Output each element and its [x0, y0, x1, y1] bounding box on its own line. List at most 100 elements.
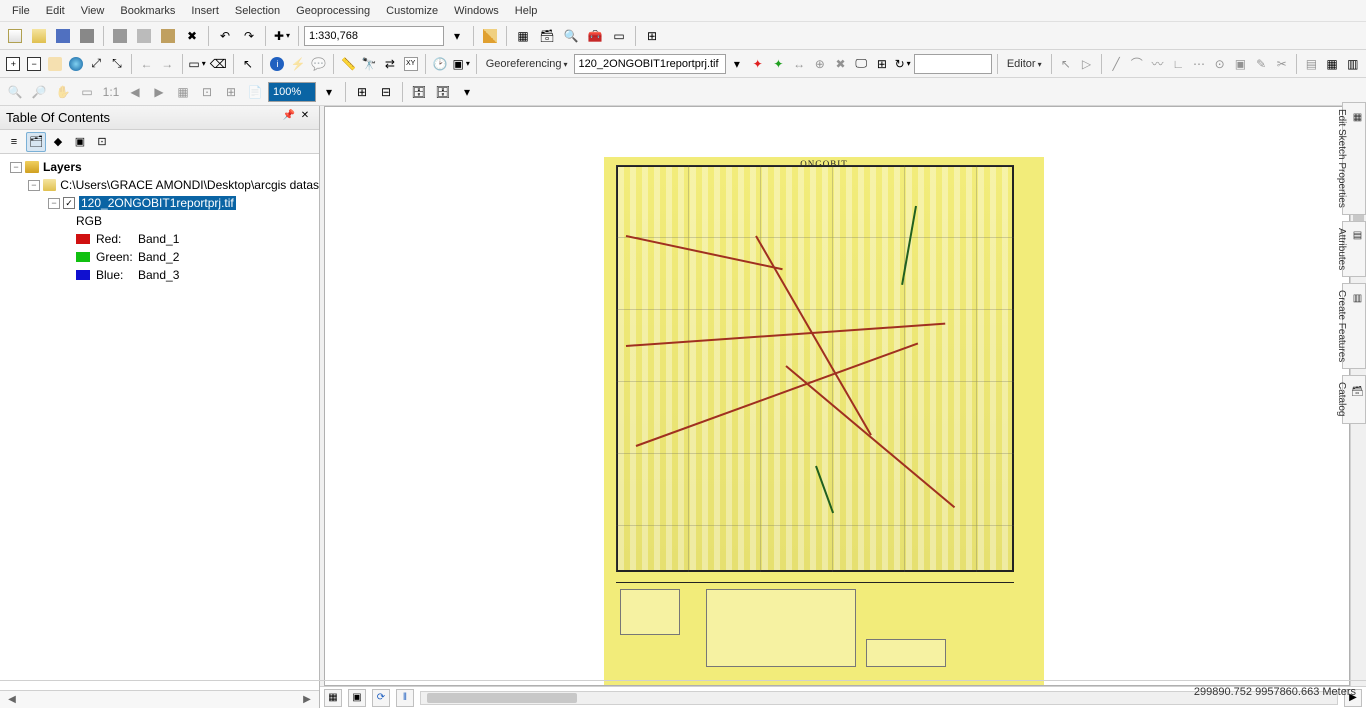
- zoom-100-button[interactable]: 1:1: [100, 81, 122, 103]
- save-button[interactable]: [52, 25, 74, 47]
- toc-button[interactable]: ▦: [512, 25, 534, 47]
- midpoint-button[interactable]: ⋯: [1190, 53, 1209, 75]
- next-extent-button[interactable]: →: [158, 53, 177, 75]
- georeferencing-menu[interactable]: Georeferencing▾: [482, 58, 572, 70]
- create-viewer-button[interactable]: ▣▾: [452, 53, 471, 75]
- prev-extent-button[interactable]: ←: [137, 53, 156, 75]
- map-view[interactable]: ONGOBIT: [324, 106, 1350, 686]
- tree-layer-item[interactable]: − ✓ 120_2ONGOBIT1reportprj.tif: [0, 194, 319, 212]
- swipe-button[interactable]: ⊟: [375, 81, 397, 103]
- full-extent-button[interactable]: [66, 53, 85, 75]
- data-driven-pages-button[interactable]: 📄: [244, 81, 266, 103]
- python-button[interactable]: ▭: [608, 25, 630, 47]
- arctoolbox-button[interactable]: 🧰: [584, 25, 606, 47]
- menu-selection[interactable]: Selection: [227, 3, 288, 19]
- change-layout-button[interactable]: ⊞: [220, 81, 242, 103]
- find-route-button[interactable]: ⇄: [381, 53, 400, 75]
- identify-button[interactable]: i: [268, 53, 287, 75]
- fixed-zoom-out-button[interactable]: ⤡: [108, 53, 127, 75]
- tree-source-folder[interactable]: − C:\Users\GRACE AMONDI\Desktop\arcgis d…: [0, 176, 319, 194]
- zoom-percent-dropdown[interactable]: ▾: [318, 81, 340, 103]
- open-button[interactable]: [28, 25, 50, 47]
- delete-link-button[interactable]: ✖: [831, 53, 850, 75]
- tree-root-layers[interactable]: − Layers: [0, 158, 319, 176]
- right-angle-button[interactable]: ∟: [1169, 53, 1188, 75]
- pin-button[interactable]: 📌: [281, 110, 297, 126]
- end-point-arc-button[interactable]: ⌒: [1127, 53, 1146, 75]
- edit-tool-button[interactable]: ↖: [1056, 53, 1075, 75]
- attributes-button[interactable]: ▤: [1302, 53, 1321, 75]
- select-link-button[interactable]: ↔: [790, 53, 809, 75]
- paste-button[interactable]: [157, 25, 179, 47]
- toggle-draft-button[interactable]: ▦: [172, 81, 194, 103]
- map-scale-input[interactable]: [304, 26, 444, 46]
- layer-visibility-checkbox[interactable]: ✓: [63, 197, 75, 209]
- model-builder-button[interactable]: ⊞: [641, 25, 663, 47]
- measure-button[interactable]: 📏: [339, 53, 358, 75]
- zoom-in-button[interactable]: [4, 53, 23, 75]
- rotation-input[interactable]: [914, 54, 992, 74]
- menu-bookmarks[interactable]: Bookmarks: [112, 3, 183, 19]
- pan-button[interactable]: [45, 53, 64, 75]
- clear-selection-button[interactable]: ⌫: [209, 53, 228, 75]
- sketch-properties-button[interactable]: ▦: [1323, 53, 1342, 75]
- select-elements-button[interactable]: ↖: [239, 53, 258, 75]
- undo-button[interactable]: ↶: [214, 25, 236, 47]
- layout-prev-button[interactable]: ◀: [124, 81, 146, 103]
- menu-view[interactable]: View: [73, 3, 113, 19]
- menu-geoprocessing[interactable]: Geoprocessing: [288, 3, 378, 19]
- auto-registration-button[interactable]: ✦: [769, 53, 788, 75]
- straight-segment-button[interactable]: ╱: [1107, 53, 1126, 75]
- zoom-whole-page-button[interactable]: ▭: [76, 81, 98, 103]
- menu-customize[interactable]: Customize: [378, 3, 446, 19]
- cut-button[interactable]: [109, 25, 131, 47]
- georeferencing-layer-select[interactable]: [574, 54, 726, 74]
- focus-data-frame-button[interactable]: ⊡: [196, 81, 218, 103]
- rotate-button[interactable]: ↻▾: [893, 53, 912, 75]
- new-button[interactable]: [4, 25, 26, 47]
- add-control-points-button[interactable]: ✦: [748, 53, 767, 75]
- goto-xy-button[interactable]: XY: [401, 53, 420, 75]
- hyperlink-button[interactable]: ⚡: [289, 53, 308, 75]
- reshape-button[interactable]: ✎: [1252, 53, 1271, 75]
- search-window-button[interactable]: 🔍: [560, 25, 582, 47]
- trace-button[interactable]: 〰: [1148, 53, 1167, 75]
- layout-zoom-in-button[interactable]: 🔍: [4, 81, 26, 103]
- side-tab-create-features[interactable]: ▥Create Features: [1342, 283, 1366, 369]
- select-features-button[interactable]: ▭▾: [187, 53, 206, 75]
- close-button[interactable]: ✕: [297, 110, 313, 126]
- link-table-button[interactable]: ⊞: [873, 53, 892, 75]
- add-data-button[interactable]: ✚▾: [271, 25, 293, 47]
- collapse-icon[interactable]: −: [28, 180, 40, 191]
- menu-windows[interactable]: Windows: [446, 3, 507, 19]
- print-button[interactable]: [76, 25, 98, 47]
- copy-button[interactable]: [133, 25, 155, 47]
- collapse-icon[interactable]: −: [10, 162, 22, 173]
- toolbar-options-button[interactable]: ▾: [456, 81, 478, 103]
- georef-layer-dropdown[interactable]: ▾: [728, 53, 747, 75]
- effects-layer-button[interactable]: ⊞: [351, 81, 373, 103]
- options-button[interactable]: ⊡: [92, 132, 112, 152]
- zoom-percent-input[interactable]: [268, 82, 316, 102]
- collapse-icon[interactable]: −: [48, 198, 60, 209]
- distance-button[interactable]: ⊙: [1210, 53, 1229, 75]
- edit-annotation-button[interactable]: ▷: [1077, 53, 1096, 75]
- geodatabase-history-button[interactable]: 🗄: [432, 81, 454, 103]
- side-tab-edit-sketch-properties[interactable]: ▦Edit Sketch Properties: [1342, 102, 1366, 215]
- geodatabase-button[interactable]: 🗄: [408, 81, 430, 103]
- fixed-zoom-in-button[interactable]: ⤢: [87, 53, 106, 75]
- edit-vertices-button[interactable]: ▣: [1231, 53, 1250, 75]
- menu-file[interactable]: File: [4, 3, 38, 19]
- list-by-selection-button[interactable]: ▣: [70, 132, 90, 152]
- menu-insert[interactable]: Insert: [183, 3, 227, 19]
- layout-pan-button[interactable]: ✋: [52, 81, 74, 103]
- viewer-button[interactable]: 🖵: [852, 53, 871, 75]
- list-by-visibility-button[interactable]: ◆: [48, 132, 68, 152]
- menu-edit[interactable]: Edit: [38, 3, 73, 19]
- redo-button[interactable]: ↷: [238, 25, 260, 47]
- editor-menu[interactable]: Editor▾: [1003, 58, 1046, 70]
- layout-next-button[interactable]: ▶: [148, 81, 170, 103]
- cut-polygons-button[interactable]: ✂: [1272, 53, 1291, 75]
- list-by-source-button[interactable]: 🗂: [26, 132, 46, 152]
- list-by-drawing-order-button[interactable]: ≡: [4, 132, 24, 152]
